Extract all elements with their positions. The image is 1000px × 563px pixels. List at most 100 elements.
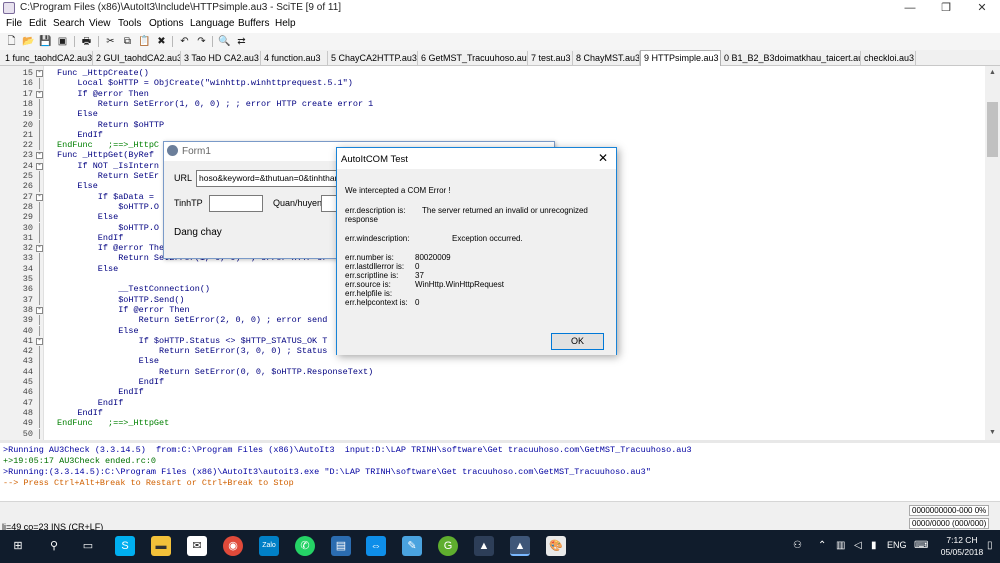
battery-icon[interactable]: ▮ [871, 540, 877, 551]
language-indicator[interactable]: ENG [887, 540, 907, 550]
code-line[interactable]: EndIf [57, 233, 124, 243]
keyboard-icon[interactable]: ⌨ [914, 540, 928, 551]
code-line[interactable]: __TestConnection() [57, 284, 210, 294]
fold-toggle-icon[interactable]: - [36, 193, 43, 201]
tray-expand-icon[interactable]: ⌃ [818, 540, 826, 551]
tab-b1-b2-b3doimatkhau[interactable]: 0 B1_B2_B3doimatkhau_taicert.au3 [721, 51, 861, 66]
code-line[interactable]: Else [57, 326, 138, 336]
dialog-title-bar[interactable]: AutoItCOM Test ✕ [337, 148, 616, 169]
code-line[interactable]: Else [57, 181, 97, 191]
output-pane[interactable]: >Running AU3Check (3.3.14.5) from:C:\Pro… [0, 440, 1000, 501]
teamviewer-icon[interactable]: ⇔ [366, 536, 386, 556]
fold-toggle-icon[interactable]: - [36, 70, 43, 77]
code-line[interactable]: Func _HttpGet(ByRef [57, 150, 154, 160]
menu-file[interactable]: File [6, 18, 22, 29]
search-icon[interactable]: ⚲ [44, 536, 64, 556]
fold-toggle-icon[interactable]: - [36, 337, 43, 345]
code-line[interactable]: Return SetError(2, 0, 0) ; error send [57, 315, 328, 325]
feather-icon[interactable]: ✎ [402, 536, 422, 556]
tab-test[interactable]: 7 test.au3 [528, 51, 573, 66]
code-line[interactable]: $oHTTP.O [57, 223, 159, 233]
restore-button[interactable]: ❐ [928, 0, 964, 17]
print-icon[interactable]: 🖶 [80, 35, 93, 48]
skype-icon[interactable]: S [115, 536, 135, 556]
save-as-icon[interactable]: ▣ [56, 35, 69, 48]
zalo-icon[interactable]: Zalo [259, 536, 279, 556]
fold-toggle-icon[interactable]: - [36, 245, 43, 253]
undo-icon[interactable]: ↶ [178, 35, 191, 48]
code-line[interactable]: Else [57, 356, 159, 366]
chrome-icon[interactable]: ◉ [223, 536, 243, 556]
whatsapp-icon[interactable]: ✆ [295, 536, 315, 556]
menu-options[interactable]: Options [149, 18, 183, 29]
code-line[interactable]: Else [57, 109, 97, 119]
code-line[interactable]: $oHTTP.O [57, 202, 159, 212]
replace-icon[interactable]: ⇄ [235, 35, 248, 48]
fold-toggle-icon[interactable]: - [36, 152, 43, 160]
code-line[interactable]: If $aData = [57, 192, 154, 202]
greenshot-icon[interactable]: G [438, 536, 458, 556]
code-line[interactable]: Else [57, 264, 118, 274]
save-icon[interactable]: 💾 [39, 35, 52, 48]
code-line[interactable]: Return SetError(0, 0, $oHTTP.ResponseTex… [57, 367, 373, 377]
task-view-icon[interactable]: ▭ [78, 536, 98, 556]
open-folder-icon[interactable]: 📂 [22, 35, 35, 48]
scroll-up-icon[interactable]: ▲ [985, 66, 1000, 80]
code-line[interactable]: EndIf [57, 130, 103, 140]
code-line[interactable]: If $oHTTP.Status <> $HTTP_STATUS_OK T [57, 336, 328, 346]
code-line[interactable]: Return SetError(1, 0, 0) ; ; error HTTP … [57, 99, 373, 109]
new-file-icon[interactable]: 🗋 [5, 35, 18, 48]
close-icon[interactable]: ✕ [593, 151, 613, 167]
code-line[interactable]: EndFunc ;==>_HttpC [57, 140, 159, 150]
code-line[interactable]: If NOT _IsIntern [57, 161, 159, 171]
menu-buffers[interactable]: Buffers [238, 18, 270, 29]
tab-chaymst[interactable]: 8 ChayMST.au3 [573, 51, 640, 66]
code-line[interactable]: If @error Then [57, 305, 189, 315]
code-line[interactable]: EndIf [57, 387, 144, 397]
url-input[interactable]: hoso&keyword=&thutuan=0&tinhthanh= [196, 170, 339, 187]
ok-button[interactable]: OK [551, 333, 604, 350]
fold-toggle-icon[interactable]: - [36, 90, 43, 98]
code-line[interactable]: EndIf [57, 408, 103, 418]
file-explorer-icon[interactable]: ▬ [151, 536, 171, 556]
fold-toggle-icon[interactable]: - [36, 162, 43, 170]
code-line[interactable]: If @error Then [57, 89, 148, 99]
tab-getmst-tracuuhoso[interactable]: 6 GetMST_Tracuuhoso.au3 [418, 51, 528, 66]
network-icon[interactable]: ▥ [836, 540, 845, 551]
scrollbar-thumb[interactable] [987, 102, 998, 157]
menu-view[interactable]: View [89, 18, 111, 29]
redo-icon[interactable]: ↷ [195, 35, 208, 48]
volume-icon[interactable]: ◁ [854, 540, 862, 551]
code-line[interactable]: Func _HttpCreate() [57, 68, 149, 78]
tab-checkloi[interactable]: checkloi.au3 [861, 51, 916, 66]
code-line[interactable]: $oHTTP.Send() [57, 295, 184, 305]
copy-icon[interactable]: ⧉ [121, 35, 134, 48]
code-line[interactable]: Else [57, 212, 118, 222]
image-viewer-icon[interactable]: ▤ [331, 536, 351, 556]
clock-time[interactable]: 7:12 CH [940, 535, 984, 545]
paste-icon[interactable]: 📋 [138, 35, 151, 48]
code-line[interactable]: Return SetError(3, 0, 0) ; Status [57, 346, 327, 356]
tab-httpsimple[interactable]: 9 HTTPsimple.au3 [640, 50, 721, 67]
cut-icon[interactable]: ✂ [104, 35, 117, 48]
clock-date[interactable]: 05/05/2018 [940, 547, 984, 557]
menu-edit[interactable]: Edit [29, 18, 46, 29]
code-line[interactable]: Return SetEr [57, 171, 159, 181]
code-line[interactable]: Local $oHTTP = ObjCreate("winhttp.winhtt… [57, 78, 352, 88]
tab-tao-hd-ca2[interactable]: 3 Tao HD CA2.au3 [181, 51, 261, 66]
scroll-down-icon[interactable]: ▼ [985, 426, 1000, 440]
menu-tools[interactable]: Tools [118, 18, 141, 29]
code-line[interactable]: EndIf [57, 398, 124, 408]
fold-toggle-icon[interactable]: - [36, 306, 43, 314]
mail-icon[interactable]: ✉ [187, 536, 207, 556]
autoit-icon[interactable]: ▲ [474, 536, 494, 556]
tab-chayca2http[interactable]: 5 ChayCA2HTTP.au3 [328, 51, 418, 66]
menu-search[interactable]: Search [53, 18, 85, 29]
tinhtp-input[interactable] [209, 195, 263, 212]
editor-vertical-scrollbar[interactable]: ▲ ▼ [985, 66, 1000, 440]
close-button[interactable]: ✕ [964, 0, 1000, 17]
menu-language[interactable]: Language [190, 18, 235, 29]
tab-func-taohdca2[interactable]: 1 func_taohdCA2.au3 [2, 51, 93, 66]
people-icon[interactable]: ⚇ [793, 540, 802, 551]
paint-icon[interactable]: 🎨 [546, 536, 566, 556]
